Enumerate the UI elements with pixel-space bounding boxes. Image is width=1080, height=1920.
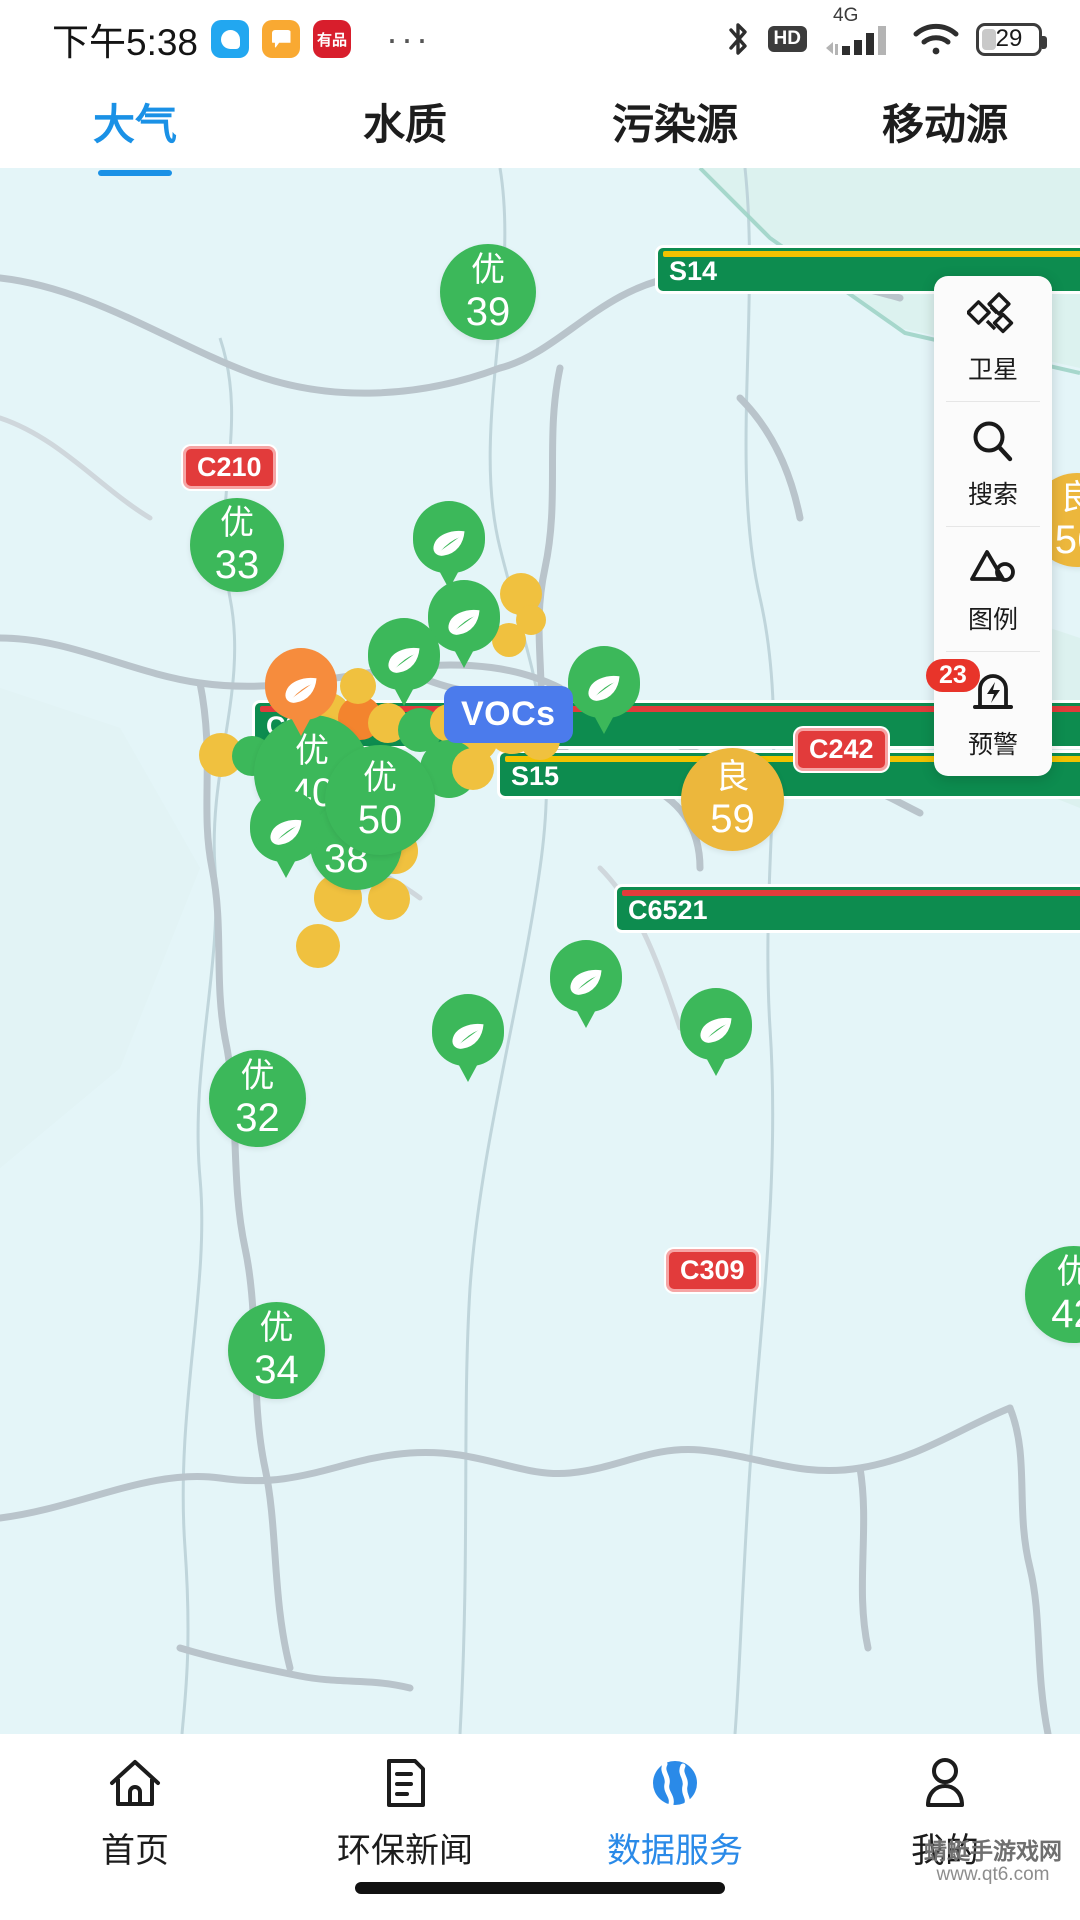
battery-icon: 29 (976, 23, 1042, 56)
news-icon (377, 1756, 433, 1810)
hd-icon: HD (768, 26, 807, 52)
watermark: 蜻蜓手游戏网 www.qt6.com (924, 1838, 1062, 1886)
legend-icon (967, 541, 1019, 593)
leaf-pin-marker[interactable] (413, 501, 485, 585)
tab-wuranyuan[interactable]: 污染源 (540, 91, 810, 156)
tab-active-underline (98, 170, 172, 176)
tab-daqi-label: 大气 (93, 101, 177, 148)
map-tool-panel: 卫星 搜索 图例 23 (934, 276, 1052, 776)
globe-icon (647, 1756, 703, 1810)
aqi-marker[interactable]: 良 59 (681, 748, 784, 851)
cluster-blob (452, 748, 494, 790)
leaf-pin-marker[interactable] (432, 994, 504, 1078)
leaf-icon (430, 528, 468, 558)
leaf-icon (385, 645, 423, 675)
leaf-icon (449, 1021, 487, 1051)
road-shield[interactable]: C6521 (614, 884, 1080, 933)
person-icon (917, 1756, 973, 1810)
cluster-blob (516, 605, 546, 635)
home-indicator[interactable] (355, 1882, 725, 1894)
vocs-marker-label[interactable]: VOCs (444, 686, 573, 743)
nav-item-news[interactable]: 环保新闻 (270, 1756, 540, 1872)
youpin-icon: 有品 (313, 20, 351, 58)
leaf-icon (585, 673, 623, 703)
watermark-line1: 蜻蜓手游戏网 (924, 1838, 1062, 1864)
nav-item-data-service-label: 数据服务 (607, 1823, 743, 1872)
bluetooth-icon (725, 20, 751, 58)
tool-search[interactable]: 搜索 (934, 401, 1052, 526)
leaf-pin-marker[interactable] (680, 988, 752, 1072)
tool-satellite[interactable]: 卫星 (934, 276, 1052, 401)
road-shield[interactable]: C210 (183, 446, 276, 489)
leaf-icon (282, 675, 320, 705)
leaf-icon (267, 817, 305, 847)
category-tabs: 大气 水质 污染源 移动源 (0, 78, 1080, 168)
search-icon (967, 416, 1019, 468)
satellite-icon (967, 291, 1019, 343)
status-time: 下午5:38 (52, 12, 198, 66)
aqi-marker[interactable]: 优 32 (209, 1050, 306, 1147)
map-base-layer (0, 168, 1080, 1734)
tool-alert-label: 预警 (968, 725, 1018, 761)
aqi-marker[interactable]: 优 39 (440, 244, 536, 340)
tab-yidongyuan[interactable]: 移动源 (810, 91, 1080, 156)
nav-item-home-label: 首页 (101, 1823, 169, 1872)
chat-icon (211, 20, 249, 58)
road-shield[interactable]: C242 (795, 728, 888, 771)
tool-legend[interactable]: 图例 (934, 526, 1052, 651)
bottom-navigation: 首页 环保新闻 数据服务 我的 (0, 1734, 1080, 1920)
nav-item-data-service[interactable]: 数据服务 (540, 1756, 810, 1872)
cellular-signal-icon: 4G (824, 22, 896, 56)
leaf-pin-marker[interactable] (250, 790, 322, 874)
tool-search-label: 搜索 (968, 475, 1018, 511)
leaf-pin-marker[interactable] (568, 646, 640, 730)
leaf-pin-marker[interactable] (550, 940, 622, 1024)
tab-daqi[interactable]: 大气 (0, 91, 270, 156)
nav-item-home[interactable]: 首页 (0, 1756, 270, 1872)
nav-item-news-label: 环保新闻 (337, 1823, 473, 1872)
status-bar-right: HD 4G 29 (725, 20, 1080, 58)
wifi-icon (913, 22, 959, 56)
leaf-icon (445, 607, 483, 637)
tool-alert[interactable]: 23 预警 (934, 651, 1052, 776)
status-overflow-icon: ··· (386, 29, 431, 49)
tool-legend-label: 图例 (968, 600, 1018, 636)
battery-percent: 29 (996, 25, 1023, 53)
network-type-label: 4G (833, 5, 858, 27)
leaf-pin-marker[interactable] (265, 648, 337, 732)
alert-badge: 23 (926, 659, 980, 692)
leaf-pin-marker[interactable] (368, 618, 440, 702)
leaf-icon (567, 967, 605, 997)
road-shield[interactable]: C309 (666, 1249, 759, 1292)
status-bar: 下午5:38 有品 ··· HD 4G (0, 0, 1080, 78)
message-icon (262, 20, 300, 58)
home-icon (107, 1756, 163, 1810)
status-bar-left: 下午5:38 有品 ··· (0, 12, 431, 66)
leaf-icon (697, 1015, 735, 1045)
aqi-marker[interactable]: 优 33 (190, 498, 284, 592)
cluster-blob (296, 924, 340, 968)
watermark-line2: www.qt6.com (924, 1864, 1062, 1886)
tab-shuizhi[interactable]: 水质 (270, 91, 540, 156)
aqi-marker[interactable]: 优 50 (325, 745, 435, 855)
tool-satellite-label: 卫星 (968, 350, 1018, 386)
aqi-marker[interactable]: 优 34 (228, 1302, 325, 1399)
map-canvas[interactable]: S14 C210 C2211 S15 C6521 C242 C309 C22 (0, 168, 1080, 1734)
phone-screen: 下午5:38 有品 ··· HD 4G (0, 0, 1080, 1920)
